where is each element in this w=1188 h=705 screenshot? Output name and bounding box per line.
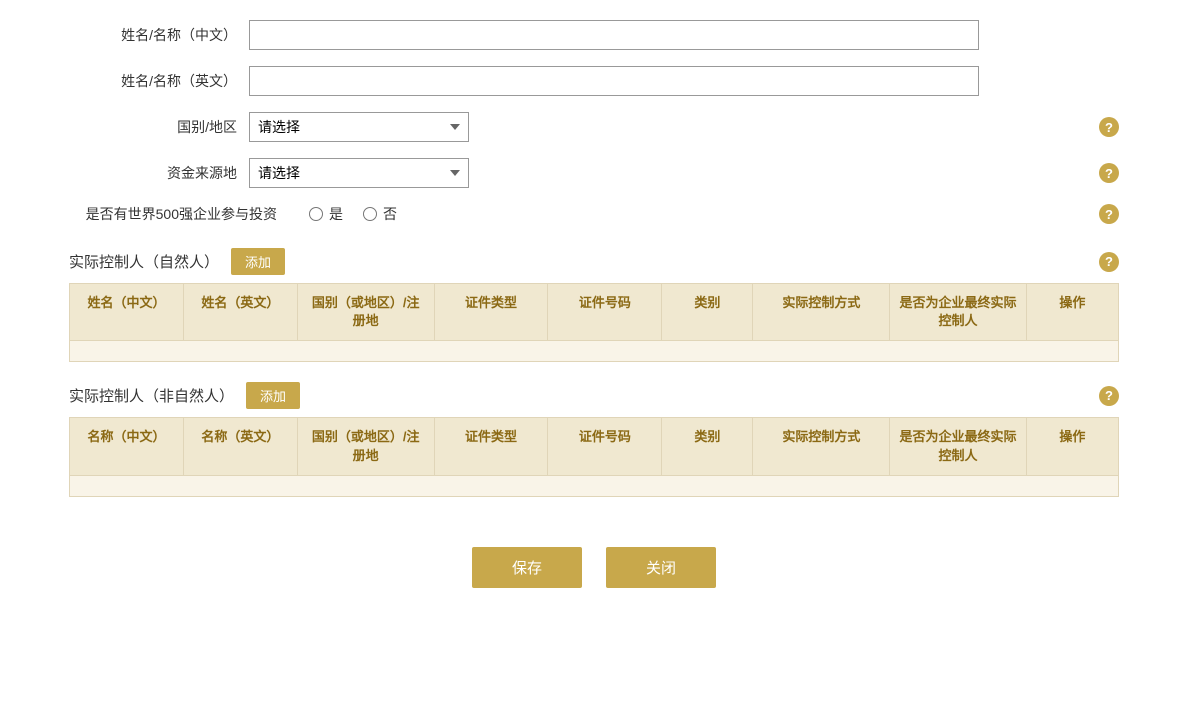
fund-source-label: 资金来源地: [69, 163, 249, 183]
natural-col-4: 证件号码: [548, 284, 662, 340]
non-natural-col-8: 操作: [1027, 418, 1118, 474]
non-natural-table-header: 名称（中文） 名称（英文） 国别（或地区）/注册地 证件类型 证件号码 类别 实…: [70, 418, 1118, 475]
natural-col-0: 姓名（中文）: [70, 284, 184, 340]
natural-col-8: 操作: [1027, 284, 1118, 340]
natural-section-header: 实际控制人（自然人） 添加 ?: [69, 248, 1119, 275]
main-form: 姓名/名称（中文） 姓名/名称（英文） 国别/地区 请选择 ? 资金来源地 请选…: [69, 20, 1119, 588]
country-label: 国别/地区: [69, 117, 249, 137]
fund-source-help-icon[interactable]: ?: [1099, 163, 1119, 183]
non-natural-col-6: 实际控制方式: [753, 418, 890, 474]
world500-no-option[interactable]: 否: [363, 204, 397, 224]
natural-col-3: 证件类型: [435, 284, 549, 340]
close-button[interactable]: 关闭: [606, 547, 716, 588]
natural-col-7: 是否为企业最终实际控制人: [890, 284, 1027, 340]
world500-no-label: 否: [383, 204, 397, 224]
world500-label: 是否有世界500强企业参与投资: [69, 204, 289, 224]
non-natural-col-3: 证件类型: [435, 418, 549, 474]
country-row: 国别/地区 请选择 ?: [69, 112, 1119, 142]
name-en-input[interactable]: [249, 66, 979, 96]
name-cn-input[interactable]: [249, 20, 979, 50]
natural-help-icon[interactable]: ?: [1099, 252, 1119, 272]
world500-radio-group: 是 否: [309, 204, 397, 224]
world500-help-icon[interactable]: ?: [1099, 204, 1119, 224]
name-en-row: 姓名/名称（英文）: [69, 66, 1119, 96]
non-natural-col-0: 名称（中文）: [70, 418, 184, 474]
fund-source-select[interactable]: 请选择: [249, 158, 469, 188]
name-cn-label: 姓名/名称（中文）: [69, 25, 249, 45]
non-natural-col-5: 类别: [662, 418, 753, 474]
country-help-icon[interactable]: ?: [1099, 117, 1119, 137]
natural-table-header: 姓名（中文） 姓名（英文） 国别（或地区）/注册地 证件类型 证件号码 类别 实…: [70, 284, 1118, 341]
non-natural-section-title: 实际控制人（非自然人）: [69, 385, 234, 406]
name-en-label: 姓名/名称（英文）: [69, 71, 249, 91]
non-natural-help-icon[interactable]: ?: [1099, 386, 1119, 406]
non-natural-section-header: 实际控制人（非自然人） 添加 ?: [69, 382, 1119, 409]
world500-no-radio[interactable]: [363, 207, 377, 221]
world500-row: 是否有世界500强企业参与投资 是 否 ?: [69, 204, 1119, 224]
fund-source-row: 资金来源地 请选择 ?: [69, 158, 1119, 188]
non-natural-table: 名称（中文） 名称（英文） 国别（或地区）/注册地 证件类型 证件号码 类别 实…: [69, 417, 1119, 496]
country-select[interactable]: 请选择: [249, 112, 469, 142]
natural-table-body: [70, 341, 1118, 361]
world500-yes-option[interactable]: 是: [309, 204, 343, 224]
natural-add-button[interactable]: 添加: [231, 248, 285, 275]
non-natural-col-2: 国别（或地区）/注册地: [298, 418, 435, 474]
natural-col-6: 实际控制方式: [753, 284, 890, 340]
natural-col-2: 国别（或地区）/注册地: [298, 284, 435, 340]
non-natural-table-body: [70, 476, 1118, 496]
natural-section-title: 实际控制人（自然人）: [69, 251, 219, 272]
non-natural-add-button[interactable]: 添加: [246, 382, 300, 409]
natural-table: 姓名（中文） 姓名（英文） 国别（或地区）/注册地 证件类型 证件号码 类别 实…: [69, 283, 1119, 362]
save-button[interactable]: 保存: [472, 547, 582, 588]
footer-buttons: 保存 关闭: [69, 547, 1119, 588]
non-natural-col-7: 是否为企业最终实际控制人: [890, 418, 1027, 474]
natural-col-1: 姓名（英文）: [184, 284, 298, 340]
name-cn-row: 姓名/名称（中文）: [69, 20, 1119, 50]
world500-yes-radio[interactable]: [309, 207, 323, 221]
non-natural-col-4: 证件号码: [548, 418, 662, 474]
world500-yes-label: 是: [329, 204, 343, 224]
natural-col-5: 类别: [662, 284, 753, 340]
non-natural-col-1: 名称（英文）: [184, 418, 298, 474]
